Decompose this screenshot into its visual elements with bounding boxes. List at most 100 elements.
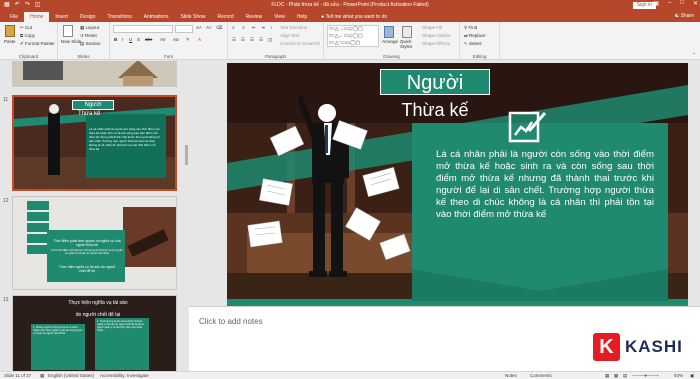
font-name-input[interactable] — [113, 25, 173, 33]
slide-11-body: Là cá nhân phải là người còn sống vào th… — [89, 127, 160, 151]
tab-design[interactable]: Design — [74, 12, 102, 22]
kashi-logo-mark: K — [593, 333, 620, 361]
scrollbar-thumb[interactable] — [185, 145, 188, 165]
paste-icon[interactable] — [5, 25, 15, 37]
slide-number-13: 13 — [3, 297, 9, 303]
close-icon[interactable]: ✕ — [693, 0, 698, 7]
shape-effects-button[interactable]: Shape Effects — [422, 41, 450, 46]
reading-view-icon[interactable]: ▤ — [623, 373, 627, 379]
font-color-icon[interactable]: A — [198, 37, 201, 42]
comments-toggle[interactable]: Comments — [530, 373, 552, 378]
shape-fill-button[interactable]: Shape Fill — [422, 25, 442, 30]
tab-insert[interactable]: Insert — [49, 12, 74, 22]
numbering-icon[interactable]: ≡ — [242, 25, 245, 30]
align-right-icon[interactable]: ☰ — [250, 37, 254, 43]
strikethrough-icon[interactable]: abc — [145, 37, 152, 42]
slide-12-box1-body: Kể từ thời điểm mở thừa kế, những người … — [51, 249, 123, 255]
replace-button[interactable]: ⇄ Replace — [464, 33, 486, 39]
underline-icon[interactable]: U — [129, 37, 132, 42]
normal-view-icon[interactable]: ▦ — [605, 373, 609, 379]
shape-outline-button[interactable]: Shape Outline — [422, 33, 451, 38]
tell-me-search[interactable]: ● Tell me what you want to do — [321, 12, 387, 22]
line-spacing-icon[interactable]: ↕ — [270, 25, 272, 30]
paste-button[interactable]: Paste — [4, 39, 16, 44]
ribbon: Paste ✂ Cut ⧉ Copy ✐ Format Painter Clip… — [0, 22, 700, 60]
italic-icon[interactable]: I — [122, 37, 123, 42]
quick-styles-icon[interactable] — [402, 26, 412, 38]
slides-group-label: Slides — [77, 54, 90, 59]
tab-home[interactable]: Home — [24, 12, 50, 22]
notes-toggle[interactable]: Notes — [505, 373, 517, 378]
cut-button[interactable]: ✂ Cut — [20, 25, 32, 31]
maximize-icon[interactable]: □ — [680, 0, 684, 7]
tab-review[interactable]: Review — [240, 12, 268, 22]
zoom-level[interactable]: 93% — [674, 373, 683, 378]
tab-help[interactable]: Help — [291, 12, 313, 22]
justify-icon[interactable]: ☰ — [259, 37, 263, 43]
slide-thumbnails-pane[interactable]: 11 Người Thừa kế Là cá nhân phải là ngườ… — [0, 61, 182, 371]
slide-thumbnail-10[interactable] — [12, 61, 177, 87]
highlight-icon[interactable]: ✎ — [186, 37, 190, 43]
ribbon-tabs: File Home Insert Design Transitions Anim… — [0, 11, 700, 22]
editing-group-label: Editing — [472, 54, 487, 59]
bullets-icon[interactable]: ≡ — [232, 25, 235, 30]
new-slide-icon[interactable] — [63, 25, 73, 37]
align-left-icon[interactable]: ☰ — [232, 37, 236, 43]
share-button[interactable]: ☯ Share — [675, 13, 694, 19]
tab-view[interactable]: View — [268, 12, 291, 22]
section-button[interactable]: ▤ Section — [80, 41, 101, 47]
find-button[interactable]: ⚲ Find — [464, 25, 477, 31]
spacing-icon[interactable]: AV — [160, 37, 166, 42]
smartart-button[interactable]: Convert to SmartArt — [280, 41, 320, 46]
font-size-input[interactable] — [175, 25, 193, 33]
arrange-icon[interactable] — [384, 26, 394, 38]
grow-font-icon[interactable]: A˄ — [196, 25, 202, 30]
slide-13-subtitle: do người chết để lại — [75, 312, 121, 318]
slide-thumbnail-12[interactable]: Thời điểm phát sinh quyền và nghĩa vụ củ… — [12, 196, 177, 290]
collapse-ribbon-icon[interactable]: ⌃ — [692, 52, 696, 58]
align-text-button[interactable]: Align Text — [280, 33, 299, 38]
accessibility-status[interactable]: Accessibility: Investigate — [100, 373, 149, 378]
bold-icon[interactable]: B — [114, 37, 117, 42]
slide-body-text[interactable]: Là cá nhân phải là người còn sống vào th… — [436, 149, 654, 221]
tab-transitions[interactable]: Transitions — [102, 12, 138, 22]
indent-icon[interactable]: ⇤ — [252, 25, 256, 31]
arrange-button[interactable]: Arrange — [382, 39, 398, 44]
ribbon-display-icon[interactable]: ▣ — [653, 0, 659, 7]
language-status[interactable]: English (United States) — [48, 373, 94, 378]
change-case-icon[interactable]: Aa — [173, 37, 179, 42]
shrink-font-icon[interactable]: A˅ — [206, 25, 212, 30]
slide-sorter-icon[interactable]: ▩ — [614, 373, 618, 379]
align-center-icon[interactable]: ☰ — [241, 37, 245, 43]
reset-button[interactable]: ↺ Reset — [80, 33, 97, 39]
minimize-icon[interactable]: – — [668, 0, 671, 7]
kashi-logo: K KASHI — [587, 331, 692, 363]
slide-thumbnail-13[interactable]: Thực hiện nghĩa vụ tài sản do người chết… — [12, 295, 177, 371]
tab-animations[interactable]: Animations — [138, 12, 175, 22]
notes-placeholder[interactable]: Click to add notes — [199, 317, 263, 326]
tab-record[interactable]: Record — [212, 12, 240, 22]
slide-canvas[interactable]: Người Thừa kế Là cá nhân phải là người c… — [227, 63, 688, 306]
slide-12-box1-title: Thời điểm phát sinh quyền và nghĩa vụ củ… — [53, 239, 121, 247]
select-button[interactable]: ↖ Select — [464, 41, 482, 47]
paragraph-group-label: Paragraph — [264, 54, 286, 59]
shapes-gallery[interactable]: □○△→▭◇◯▢ □○△←▭◇◯▢ □○△↑▭◇◯▢ — [327, 25, 379, 47]
quick-styles-button[interactable]: Quick Styles — [400, 39, 420, 49]
kashi-logo-text: KASHI — [625, 337, 683, 356]
tab-file[interactable]: File — [4, 12, 24, 22]
columns-icon[interactable]: ◫ — [268, 37, 272, 43]
zoom-slider[interactable]: −───●───+ — [632, 373, 659, 378]
clear-format-icon[interactable]: ⌫ — [216, 25, 222, 31]
text-direction-button[interactable]: Text Direction — [280, 25, 307, 30]
fit-slide-icon[interactable]: ▣ — [690, 373, 694, 379]
format-painter-button[interactable]: ✐ Format Painter — [20, 41, 55, 47]
shadow-icon[interactable]: S — [137, 37, 140, 42]
layout-button[interactable]: ▦ Layout — [80, 25, 99, 31]
font-group: A˄ A˅ ⌫ B I U S abc AV Aa ✎ A Font — [110, 22, 228, 60]
new-slide-button[interactable]: New Slide — [61, 39, 81, 44]
spellcheck-icon[interactable]: ▦ — [40, 373, 44, 379]
copy-button[interactable]: ⧉ Copy — [20, 33, 35, 38]
tab-slide-show[interactable]: Slide Show — [175, 12, 212, 22]
slide-thumbnail-11[interactable]: Người Thừa kế Là cá nhân phải là người c… — [12, 95, 177, 191]
outdent-icon[interactable]: ⇥ — [261, 25, 265, 31]
